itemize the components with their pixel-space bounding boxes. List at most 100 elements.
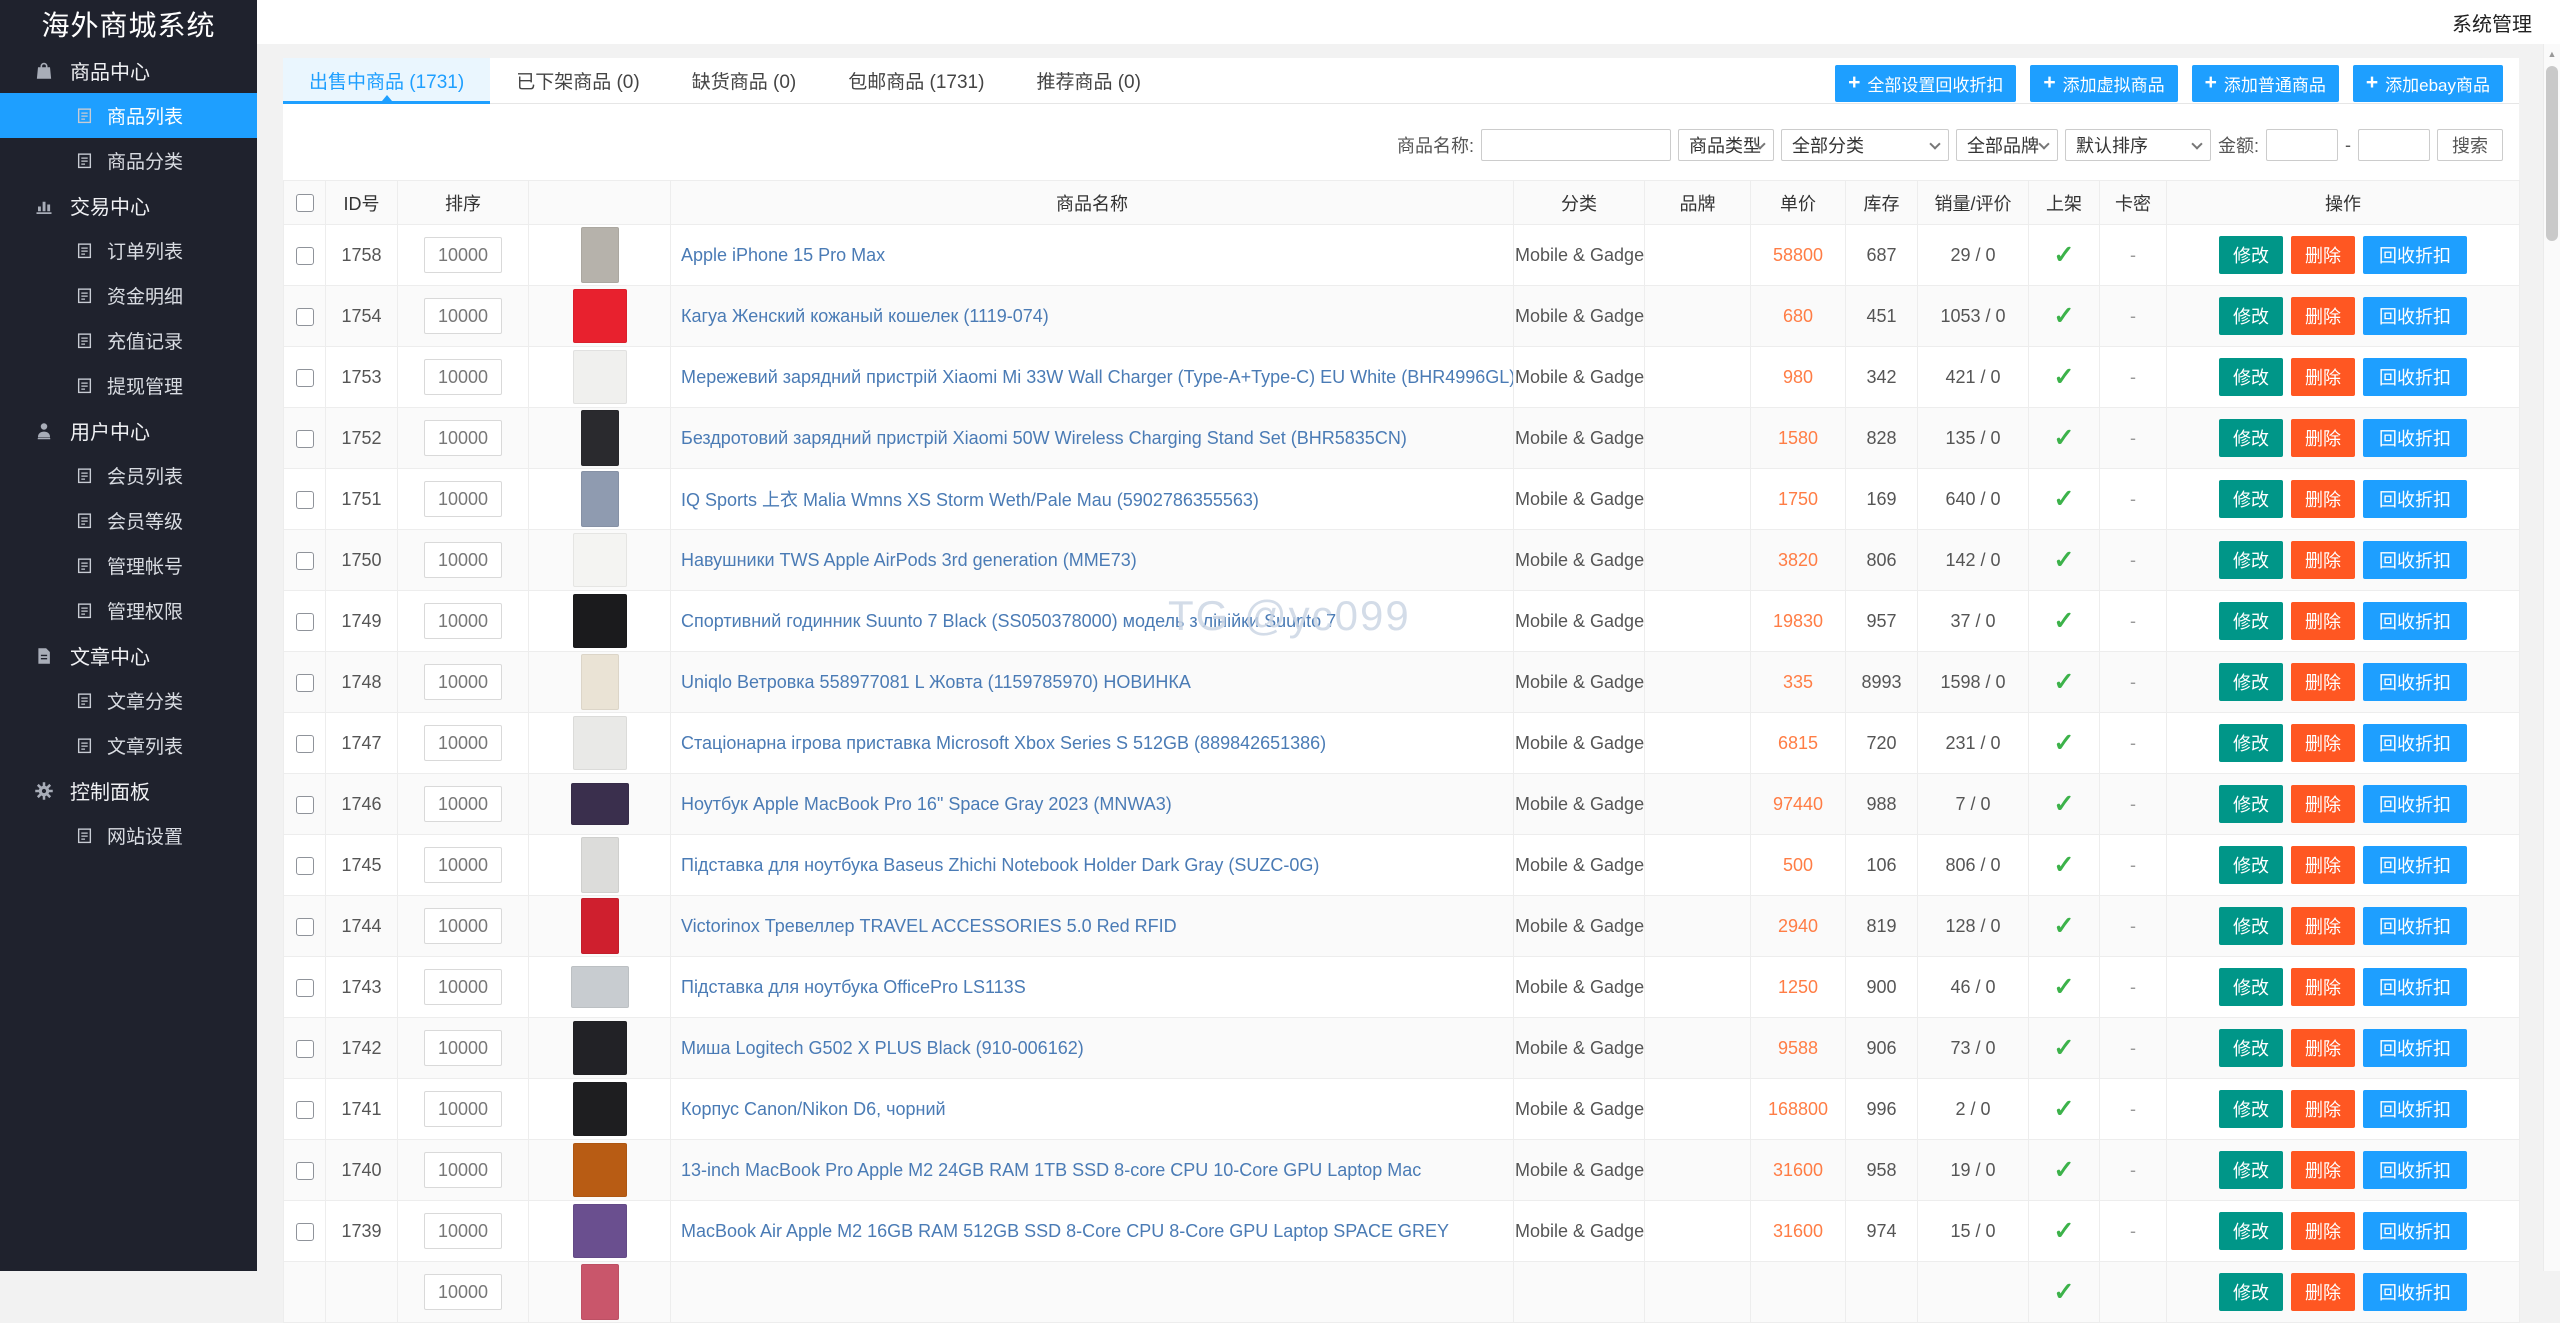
action-button[interactable]: + 添加ebay商品 (2352, 65, 2503, 102)
edit-button[interactable]: 修改 (2219, 1273, 2283, 1311)
recycle-discount-button[interactable]: 回收折扣 (2363, 1212, 2467, 1250)
sidebar-item[interactable]: 会员列表 (0, 453, 257, 498)
sidebar-item[interactable]: 文章分类 (0, 678, 257, 723)
sort-input[interactable] (424, 359, 502, 395)
delete-button[interactable]: 删除 (2291, 724, 2355, 762)
sort-input[interactable] (424, 847, 502, 883)
product-name-link[interactable]: Бездротовий зарядний пристрій Xiaomi 50W… (681, 428, 1407, 448)
brand-select[interactable]: 全部品牌 (1955, 129, 2058, 161)
edit-button[interactable]: 修改 (2219, 968, 2283, 1006)
row-checkbox[interactable] (295, 978, 314, 997)
product-name-link[interactable]: Apple iPhone 15 Pro Max (681, 245, 885, 265)
edit-button[interactable]: 修改 (2219, 1090, 2283, 1128)
recycle-discount-button[interactable]: 回收折扣 (2363, 1090, 2467, 1128)
product-name-link[interactable]: Мережевий зарядний пристрій Xiaomi Mi 33… (681, 367, 1513, 387)
recycle-discount-button[interactable]: 回收折扣 (2363, 663, 2467, 701)
row-checkbox[interactable] (295, 795, 314, 814)
delete-button[interactable]: 删除 (2291, 602, 2355, 640)
sort-input[interactable] (424, 298, 502, 334)
row-checkbox[interactable] (295, 368, 314, 387)
edit-button[interactable]: 修改 (2219, 480, 2283, 518)
recycle-discount-button[interactable]: 回收折扣 (2363, 1151, 2467, 1189)
sort-input[interactable] (424, 1152, 502, 1188)
delete-button[interactable]: 删除 (2291, 907, 2355, 945)
tab[interactable]: 出售中商品 (1731) (283, 58, 491, 104)
edit-button[interactable]: 修改 (2219, 846, 2283, 884)
delete-button[interactable]: 删除 (2291, 846, 2355, 884)
sort-input[interactable] (424, 542, 502, 578)
delete-button[interactable]: 删除 (2291, 480, 2355, 518)
edit-button[interactable]: 修改 (2219, 785, 2283, 823)
category-select[interactable]: 全部分类 (1780, 129, 1949, 161)
amount-min-input[interactable] (2266, 129, 2338, 161)
product-name-input[interactable] (1480, 129, 1671, 161)
sidebar-item[interactable]: 提现管理 (0, 363, 257, 408)
sidebar-item[interactable]: 文章列表 (0, 723, 257, 768)
row-checkbox[interactable] (295, 551, 314, 570)
product-name-link[interactable]: MacBook Air Apple M2 16GB RAM 512GB SSD … (681, 1221, 1449, 1241)
recycle-discount-button[interactable]: 回收折扣 (2363, 968, 2467, 1006)
recycle-discount-button[interactable]: 回收折扣 (2363, 1273, 2467, 1311)
sidebar-item[interactable]: 会员等级 (0, 498, 257, 543)
sort-input[interactable] (424, 1213, 502, 1249)
product-name-link[interactable]: 13-inch MacBook Pro Apple M2 24GB RAM 1T… (681, 1160, 1421, 1180)
recycle-discount-button[interactable]: 回收折扣 (2363, 602, 2467, 640)
sort-input[interactable] (424, 664, 502, 700)
row-checkbox[interactable] (295, 1222, 314, 1241)
row-checkbox[interactable] (295, 734, 314, 753)
sort-input[interactable] (424, 237, 502, 273)
product-name-link[interactable]: Підставка для ноутбука Baseus Zhichi Not… (681, 855, 1319, 875)
sidebar-item[interactable]: 资金明细 (0, 273, 257, 318)
system-admin-menu[interactable]: 系统管理 (2452, 8, 2532, 37)
product-name-link[interactable]: Кагуа Женский кожаный кошелек (1119-074) (681, 306, 1049, 326)
product-name-link[interactable]: Ноутбук Apple MacBook Pro 16" Space Gray… (681, 794, 1172, 814)
sidebar-group[interactable]: 用户中心 (0, 408, 257, 453)
sort-input[interactable] (424, 1091, 502, 1127)
sort-input[interactable] (424, 481, 502, 517)
row-checkbox[interactable] (295, 429, 314, 448)
edit-button[interactable]: 修改 (2219, 541, 2283, 579)
sort-input[interactable] (424, 1030, 502, 1066)
action-button[interactable]: + 添加普通商品 (2191, 65, 2339, 102)
sidebar-item[interactable]: 充值记录 (0, 318, 257, 363)
sidebar-item[interactable]: 管理权限 (0, 588, 257, 633)
recycle-discount-button[interactable]: 回收折扣 (2363, 358, 2467, 396)
row-checkbox[interactable] (295, 246, 314, 265)
sidebar-item[interactable]: 订单列表 (0, 228, 257, 273)
product-name-link[interactable]: IQ Sports 上衣 Malia Wmns XS Storm Weth/Pa… (681, 490, 1259, 510)
product-name-link[interactable]: Миша Logitech G502 X PLUS Black (910-006… (681, 1038, 1084, 1058)
delete-button[interactable]: 删除 (2291, 1090, 2355, 1128)
sort-order-select[interactable]: 默认排序 (2064, 129, 2211, 161)
recycle-discount-button[interactable]: 回收折扣 (2363, 1029, 2467, 1067)
tab[interactable]: 已下架商品 (0) (490, 58, 666, 103)
edit-button[interactable]: 修改 (2219, 602, 2283, 640)
delete-button[interactable]: 删除 (2291, 419, 2355, 457)
tab[interactable]: 推荐商品 (0) (1010, 58, 1167, 103)
sort-input[interactable] (424, 786, 502, 822)
sort-input[interactable] (424, 420, 502, 456)
delete-button[interactable]: 删除 (2291, 1212, 2355, 1250)
product-name-link[interactable]: Корпус Canon/Nikon D6, чорний (681, 1099, 946, 1119)
sort-input[interactable] (424, 908, 502, 944)
delete-button[interactable]: 删除 (2291, 236, 2355, 274)
sidebar-group[interactable]: 交易中心 (0, 183, 257, 228)
sidebar-group[interactable]: 商品中心 (0, 48, 257, 93)
row-checkbox[interactable] (295, 1039, 314, 1058)
scroll-up-arrow-icon[interactable]: ▲ (2544, 44, 2560, 59)
delete-button[interactable]: 删除 (2291, 1151, 2355, 1189)
recycle-discount-button[interactable]: 回收折扣 (2363, 785, 2467, 823)
sort-input[interactable] (424, 603, 502, 639)
recycle-discount-button[interactable]: 回收折扣 (2363, 724, 2467, 762)
row-checkbox[interactable] (295, 490, 314, 509)
sidebar-group[interactable]: 控制面板 (0, 768, 257, 813)
action-button[interactable]: + 全部设置回收折扣 (1835, 65, 2017, 102)
sidebar-item[interactable]: 商品分类 (0, 138, 257, 183)
delete-button[interactable]: 删除 (2291, 358, 2355, 396)
product-name-link[interactable]: Навушники TWS Apple AirPods 3rd generati… (681, 550, 1137, 570)
edit-button[interactable]: 修改 (2219, 1029, 2283, 1067)
sidebar-item[interactable]: 管理帐号 (0, 543, 257, 588)
recycle-discount-button[interactable]: 回收折扣 (2363, 480, 2467, 518)
row-checkbox[interactable] (295, 917, 314, 936)
product-name-link[interactable]: Підставка для ноутбука OfficePro LS113S (681, 977, 1026, 997)
row-checkbox[interactable] (295, 1100, 314, 1119)
